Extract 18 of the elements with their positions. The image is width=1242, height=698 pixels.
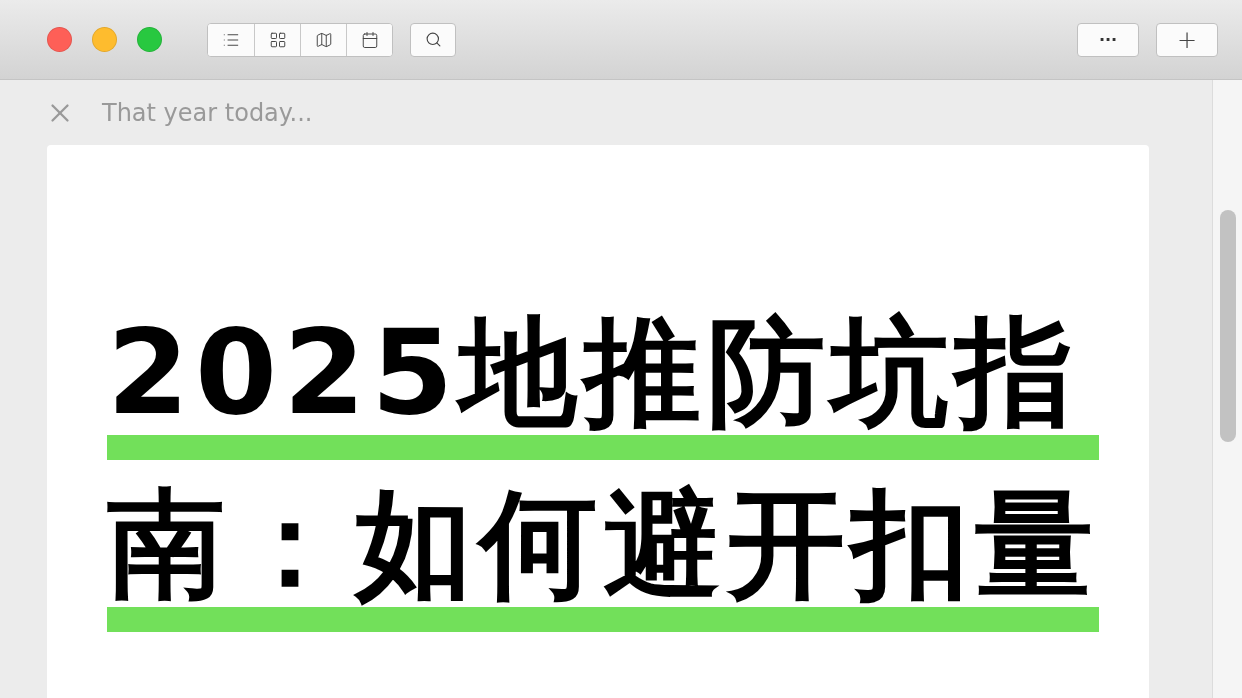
header-title: That year today...	[102, 97, 313, 129]
search-icon	[424, 31, 442, 48]
calendar-view-button[interactable]	[346, 23, 392, 56]
add-button[interactable]: +	[1156, 22, 1218, 57]
close-window-button[interactable]	[47, 27, 72, 52]
map-icon	[314, 30, 333, 49]
more-button[interactable]: ···	[1077, 22, 1139, 57]
list-view-button[interactable]	[208, 23, 254, 56]
search-button[interactable]	[410, 22, 456, 57]
calendar-icon	[360, 30, 379, 49]
scrollbar-thumb[interactable]	[1219, 210, 1236, 442]
cover-heading-line: 南：如何避开扣量	[107, 482, 1099, 607]
map-view-button[interactable]	[300, 23, 346, 56]
grid-view-button[interactable]	[254, 23, 300, 56]
grid-icon	[268, 30, 287, 49]
minimize-window-button[interactable]	[92, 27, 117, 52]
zoom-window-button[interactable]	[137, 27, 162, 52]
cover-heading-line: 2025地推防坑指	[107, 310, 1080, 435]
